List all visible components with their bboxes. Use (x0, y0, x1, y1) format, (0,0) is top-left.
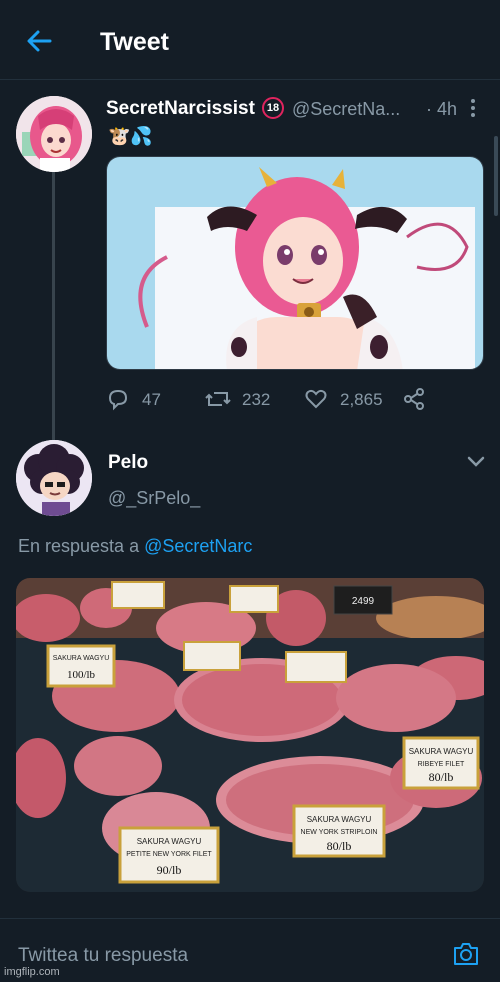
avatar-illustration (16, 440, 92, 516)
svg-text:80/lb: 80/lb (429, 770, 454, 784)
reply-image[interactable]: SAKURA WAGYU PETITE NEW YORK FILET 90/lb… (16, 578, 484, 892)
tweet-action-bar: 47 232 2,865 (106, 386, 486, 412)
back-arrow-icon[interactable] (24, 26, 54, 56)
price-tag: 2499 (333, 585, 393, 615)
tweet-image[interactable] (106, 156, 484, 370)
tweet-meta-strip (16, 908, 484, 918)
anime-cow-girl-illustration (107, 157, 483, 369)
thread-connector-line (52, 172, 55, 440)
svg-text:PETITE NEW YORK FILET: PETITE NEW YORK FILET (126, 851, 212, 858)
svg-text:SAKURA WAGYU: SAKURA WAGYU (409, 747, 474, 756)
retweet-icon (205, 392, 231, 406)
price-tag: SAKURA WAGYU 100/lb (46, 644, 116, 688)
camera-icon[interactable] (452, 941, 480, 967)
svg-text:SAKURA WAGYU: SAKURA WAGYU (53, 655, 110, 662)
chevron-down-icon[interactable] (466, 454, 486, 468)
retweet-action[interactable]: 232 (204, 386, 284, 412)
avatar[interactable] (16, 440, 92, 516)
svg-text:2499: 2499 (352, 596, 375, 607)
retweet-count: 232 (242, 390, 271, 409)
svg-text:90/lb: 90/lb (157, 863, 182, 877)
price-tag: SAKURA WAGYU RIBEYE FILET 80/lb (402, 736, 480, 790)
tweet-text: 🐮💦 (108, 126, 153, 146)
age-restricted-badge: 18 (262, 97, 284, 119)
author-name[interactable]: Pelo (108, 452, 148, 474)
top-app-bar: Tweet (0, 0, 500, 80)
mention-link[interactable]: @SecretNarc (144, 536, 252, 556)
avatar[interactable] (16, 96, 92, 172)
more-options-icon[interactable] (468, 98, 478, 118)
watermark: imgflip.com (4, 966, 60, 978)
heart-icon (305, 389, 327, 409)
author-handle[interactable]: @SecretNa... (292, 99, 400, 120)
svg-text:SAKURA WAGYU: SAKURA WAGYU (307, 815, 372, 824)
reply-icon (108, 389, 128, 411)
like-action[interactable]: 2,865 (304, 386, 404, 412)
scrollbar[interactable] (494, 136, 498, 216)
author-handle[interactable]: @_SrPelo_ (108, 488, 200, 509)
reply-action[interactable]: 47 (106, 386, 176, 412)
svg-text:80/lb: 80/lb (327, 839, 352, 853)
page-title: Tweet (100, 28, 169, 56)
svg-text:SAKURA WAGYU: SAKURA WAGYU (137, 837, 202, 846)
svg-text:100/lb: 100/lb (67, 669, 96, 681)
reply-input[interactable]: Twittea tu respuesta (18, 945, 188, 967)
price-tag: SAKURA WAGYU NEW YORK STRIPLOIN 80/lb (292, 804, 386, 858)
avatar-illustration (16, 96, 92, 172)
price-tag: SAKURA WAGYU PETITE NEW YORK FILET 90/lb (118, 826, 220, 884)
reply-composer[interactable]: Twittea tu respuesta (0, 918, 500, 982)
in-reply-to-line: En respuesta a @SecretNarc (18, 536, 252, 557)
svg-text:NEW YORK STRIPLOIN: NEW YORK STRIPLOIN (301, 829, 378, 836)
reply-count: 47 (142, 390, 161, 409)
like-count: 2,865 (340, 390, 383, 409)
wagyu-steak-photo: SAKURA WAGYU PETITE NEW YORK FILET 90/lb… (16, 578, 484, 892)
svg-text:RIBEYE FILET: RIBEYE FILET (418, 761, 465, 768)
tweet-timestamp[interactable]: · 4h (426, 99, 457, 120)
in-reply-to-label: En respuesta a (18, 536, 140, 556)
share-action[interactable] (402, 386, 426, 412)
author-name[interactable]: SecretNarcissist (106, 98, 255, 120)
share-icon (404, 388, 424, 410)
